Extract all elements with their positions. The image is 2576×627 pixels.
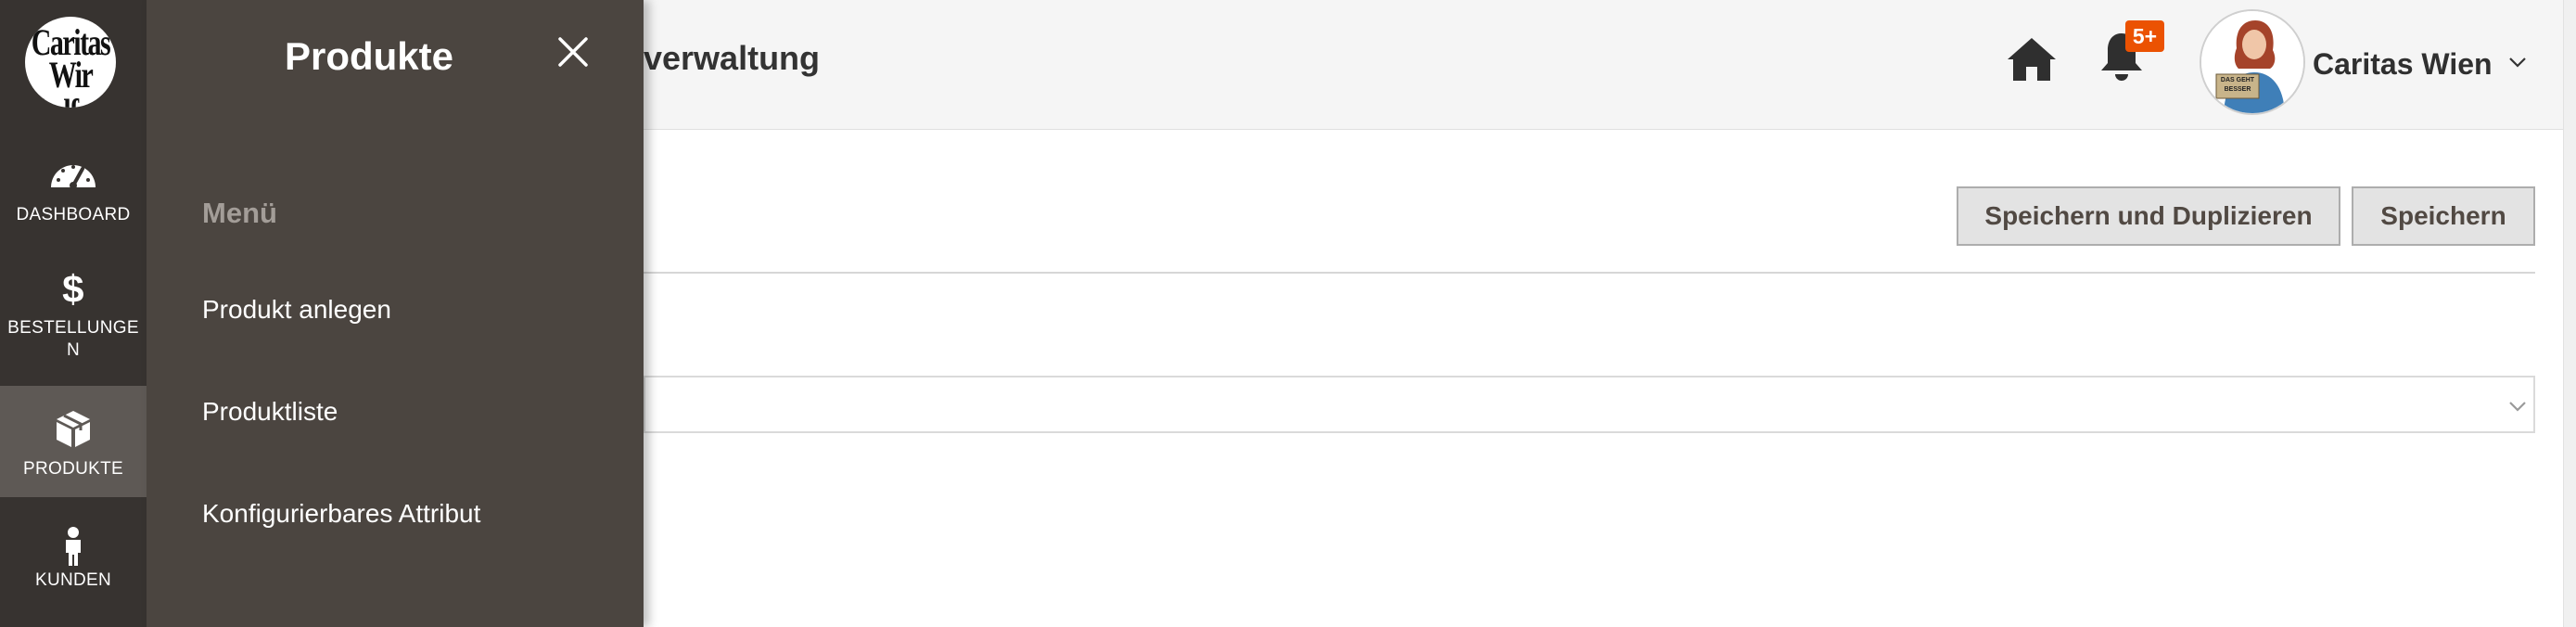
avatar[interactable]: DAS GEHT BESSER [2200, 9, 2305, 115]
caritas-logo[interactable]: Caritas Wir helfen [25, 17, 116, 108]
select-field[interactable] [644, 376, 2535, 433]
box-icon [0, 408, 147, 449]
avatar-sign-line-1: DAS GEHT [2220, 77, 2255, 83]
sidebar-item-dashboard[interactable]: DASHBOARD [0, 139, 147, 232]
dollar-icon: $ [62, 267, 84, 311]
sidebar-item-label: BESTELLUNGE N [7, 318, 139, 360]
flyout-section-heading: Menü [202, 197, 277, 229]
avatar-sign-line-2: BESSER [2224, 86, 2251, 93]
flyout-title: Produkte [284, 34, 454, 78]
menu-item-configurable-attribute[interactable]: Konfigurierbares Attribut [202, 498, 480, 530]
home-icon[interactable] [2005, 35, 2059, 83]
scrollbar[interactable] [2563, 0, 2576, 627]
chevron-down-icon [2507, 396, 2528, 416]
sidebar-item-products[interactable]: PRODUKTE [0, 386, 147, 497]
page-title: verwaltung [644, 39, 821, 77]
sidebar-item-label: PRODUKTE [23, 459, 123, 479]
main-sidebar: Caritas Wir helfen DASHBOARD $ BESTELLUN… [0, 0, 147, 627]
person-icon [0, 527, 147, 566]
menu-item-product-list[interactable]: Produktliste [202, 396, 338, 428]
notification-count-badge[interactable]: 5+ [2125, 20, 2164, 52]
sidebar-item-label: DASHBOARD [16, 205, 131, 224]
save-and-duplicate-button[interactable]: Speichern und Duplizieren [1957, 186, 2340, 246]
chevron-down-icon[interactable] [2507, 52, 2528, 72]
avatar-sign-text: DAS GEHT BESSER [2216, 76, 2259, 95]
close-icon[interactable] [555, 33, 592, 70]
logo-line-2: Wir helfen [38, 54, 104, 108]
save-button[interactable]: Speichern [2352, 186, 2535, 246]
sidebar-item-label: KUNDEN [34, 570, 112, 590]
dashboard-gauge-icon [0, 156, 147, 191]
divider [644, 272, 2535, 274]
products-flyout-menu: Produkte Menü Produkt anlegen Produktlis… [147, 0, 644, 627]
sidebar-item-orders[interactable]: $ BESTELLUNGE N [0, 260, 147, 371]
sidebar-item-customers[interactable]: KUNDEN [0, 514, 147, 616]
menu-item-create-product[interactable]: Produkt anlegen [202, 294, 391, 326]
account-name[interactable]: Caritas Wien [2313, 46, 2493, 82]
